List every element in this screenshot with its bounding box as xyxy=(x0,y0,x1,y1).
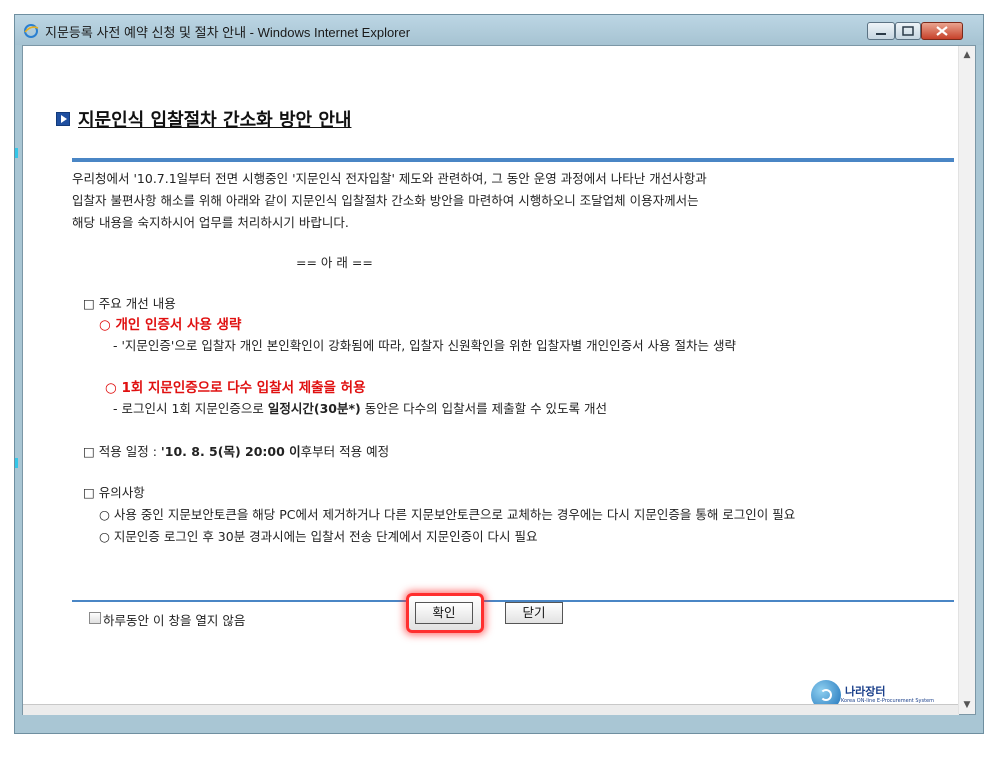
improvement-title: ○ 개인 인증서 사용 생략 xyxy=(99,317,242,333)
dont-show-today-checkbox[interactable] xyxy=(89,612,101,624)
maximize-button[interactable] xyxy=(895,22,921,40)
scroll-down-icon[interactable]: ▼ xyxy=(962,700,972,710)
page-title: 지문인식 입찰절차 간소화 방안 안내 xyxy=(78,110,352,131)
section-title: □ 유의사항 xyxy=(83,485,145,500)
internet-explorer-icon xyxy=(24,24,39,38)
improvement-description: - '지문인증'으로 입찰자 개인 본인확인이 강화됨에 따라, 입찰자 신원확… xyxy=(113,338,736,353)
improvement-title: ○ 1회 지문인증으로 다수 입찰서 제출을 허용 xyxy=(105,380,366,396)
maximize-icon xyxy=(902,26,914,36)
close-window-button[interactable] xyxy=(921,22,963,40)
schedule-line: □ 적용 일정 : '10. 8. 5(목) 20:00 이후부터 적용 예정 xyxy=(83,444,390,459)
title-bar[interactable]: 지문등록 사전 예약 신청 및 절차 안내 - Windows Internet… xyxy=(15,15,983,45)
top-divider xyxy=(72,158,954,162)
window-title: 지문등록 사전 예약 신청 및 절차 안내 - Windows Internet… xyxy=(45,25,411,40)
page-content: 지문인식 입찰절차 간소화 방안 안내 우리청에서 '10.7.1일부터 전면 … xyxy=(15,45,976,715)
left-edge-marker xyxy=(15,148,18,158)
logo-name: 나라장터 xyxy=(845,684,886,698)
left-edge-marker xyxy=(15,458,18,468)
status-bar xyxy=(23,704,959,715)
section-title: □ 주요 개선 내용 xyxy=(83,296,176,311)
vertical-scrollbar[interactable]: ▲ ▼ xyxy=(958,46,975,714)
intro-line: 해당 내용을 숙지하시어 업무를 처리하시기 바랍니다. xyxy=(72,215,349,230)
scroll-up-icon[interactable]: ▲ xyxy=(962,50,972,60)
page-heading: 지문인식 입찰절차 간소화 방안 안내 xyxy=(56,106,351,132)
caution-note: ○ 지문인증 로그인 후 30분 경과시에는 입찰서 전송 단계에서 지문인증이… xyxy=(99,529,538,544)
dont-show-today-label[interactable]: 하루동안 이 창을 열지 않음 xyxy=(103,610,245,629)
heading-bullet-icon xyxy=(56,112,70,126)
improvement-description: - 로그인시 1회 지문인증으로 일정시간(30분*) 동안은 다수의 입찰서를… xyxy=(113,401,608,416)
caution-note: ○ 사용 중인 지문보안토큰을 해당 PC에서 제거하거나 다른 지문보안토큰으… xyxy=(99,507,796,522)
minimize-button[interactable] xyxy=(867,22,895,40)
ok-button[interactable]: 확인 xyxy=(415,602,473,624)
center-note: == 아 래 == xyxy=(296,255,373,270)
minimize-icon xyxy=(876,33,886,35)
close-icon xyxy=(936,26,948,36)
close-button[interactable]: 닫기 xyxy=(505,602,563,624)
intro-line: 입찰자 불편사항 해소를 위해 아래와 같이 지문인식 입찰절차 간소화 방안을… xyxy=(72,193,699,208)
intro-line: 우리청에서 '10.7.1일부터 전면 시행중인 '지문인식 전자입찰' 제도와… xyxy=(72,171,707,186)
browser-window: 지문등록 사전 예약 신청 및 절차 안내 - Windows Internet… xyxy=(14,14,984,734)
